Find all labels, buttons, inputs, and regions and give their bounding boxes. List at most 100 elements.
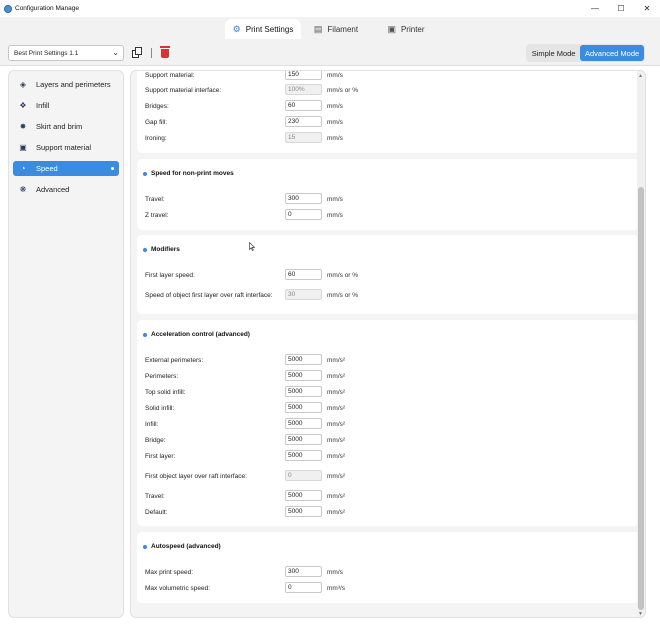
setting-row: First object layer over raft interface: …	[145, 470, 625, 482]
setting-input[interactable]: 0	[285, 470, 322, 481]
sidebar-item-infill[interactable]: ❖ Infill	[13, 98, 119, 113]
section-title: Speed for non-print moves	[143, 170, 234, 177]
setting-input[interactable]: 5000	[285, 354, 322, 365]
setting-label: Max volumetric speed:	[145, 585, 211, 592]
sidebar-item-support-material[interactable]: ▣ Support material	[13, 140, 119, 155]
minimize-button[interactable]: —	[582, 0, 608, 17]
setting-input[interactable]: 30	[285, 289, 322, 300]
mouse-pointer-icon	[249, 242, 255, 251]
setting-unit: mm/s	[327, 103, 343, 110]
sidebar-item-advanced[interactable]: ❋ Advanced	[13, 182, 119, 197]
window-title: Configuration Manage	[15, 5, 79, 12]
modifiers-card: Modifiers First layer speed: 60 mm/s or …	[137, 235, 639, 314]
sidebar-item-skirt-and-brim[interactable]: ✸ Skirt and brim	[13, 119, 119, 134]
setting-label: Top solid infill:	[145, 389, 186, 396]
setting-label: Travel:	[145, 493, 165, 500]
setting-row: Z travel: 0 mm/s	[145, 209, 625, 221]
setting-label: Perimeters:	[145, 373, 179, 380]
scroll-down-icon[interactable]: ▼	[638, 611, 643, 617]
setting-unit: mm³/s	[327, 585, 346, 592]
app-logo-icon	[4, 4, 12, 13]
mode-switch: Simple Mode Advanced Mode	[526, 44, 645, 62]
content-scrollbar[interactable]: ▲ ▼	[637, 71, 645, 617]
setting-unit: mm/s²	[327, 437, 346, 444]
setting-label: Support material interface:	[145, 87, 222, 94]
close-button[interactable]: ✕	[634, 0, 660, 17]
tab-filament[interactable]: ▤ Filament	[301, 19, 371, 39]
setting-input[interactable]: 15	[285, 132, 322, 143]
setting-input[interactable]: 300	[285, 566, 322, 577]
setting-input[interactable]: 0	[285, 582, 322, 593]
sidebar-item-label: Layers and perimeters	[36, 80, 111, 89]
setting-input[interactable]: 5000	[285, 490, 322, 501]
sidebar-item-label: Advanced	[36, 185, 70, 194]
close-icon: ✕	[643, 4, 651, 13]
setting-input[interactable]: 5000	[285, 434, 322, 445]
printer-icon: ▣	[387, 23, 396, 34]
preset-dropdown[interactable]: Best Print Settings 1.1 ⌄	[8, 45, 124, 61]
delete-preset-button[interactable]	[160, 46, 170, 58]
toolbar-divider	[151, 48, 152, 58]
setting-input[interactable]: 5000	[285, 418, 322, 429]
setting-row: Top solid infill: 5000 mm/s²	[145, 386, 625, 398]
setting-unit: mm/s	[327, 569, 343, 576]
top-toolbar: ⚙ Print Settings ▤ Filament ▣ Printer Be…	[0, 17, 660, 66]
sidebar-item-layers-and-perimeters[interactable]: ◈ Layers and perimeters	[13, 77, 119, 92]
setting-unit: mm/s²	[327, 421, 346, 428]
setting-input[interactable]: 150	[285, 71, 322, 80]
section-bullet-icon	[143, 247, 147, 252]
setting-input[interactable]: 60	[285, 100, 322, 111]
setting-label: Travel:	[145, 196, 165, 203]
setting-input[interactable]: 230	[285, 116, 322, 127]
setting-row: Bridge: 5000 mm/s²	[145, 434, 625, 446]
setting-input[interactable]: 5000	[285, 402, 322, 413]
maximize-button[interactable]: ☐	[608, 0, 634, 17]
setting-input[interactable]: 5000	[285, 506, 322, 517]
section-title: Autospeed (advanced)	[143, 543, 221, 550]
copy-preset-button[interactable]	[132, 47, 142, 58]
section-bullet-icon	[143, 332, 147, 337]
sidebar-item-speed[interactable]: ◔ Speed	[13, 161, 119, 176]
setting-label: Infill:	[145, 421, 159, 428]
setting-input[interactable]: 300	[285, 193, 322, 204]
minimize-icon: —	[591, 4, 599, 13]
advanced-mode-button[interactable]: Advanced Mode	[580, 45, 644, 61]
scrollbar-thumb[interactable]	[638, 187, 644, 610]
setting-row: Solid infill: 5000 mm/s²	[145, 402, 625, 414]
simple-mode-button[interactable]: Simple Mode	[527, 45, 580, 61]
setting-label: External perimeters:	[145, 357, 204, 364]
section-bullet-icon	[143, 171, 147, 176]
setting-row: Speed of object first layer over raft in…	[145, 289, 625, 301]
setting-unit: mm/s	[327, 135, 343, 142]
non-print-moves-card: Speed for non-print moves Travel: 300 mm…	[137, 159, 639, 230]
setting-row: Support material interface: 100% mm/s or…	[145, 84, 625, 96]
window-controls: — ☐ ✕	[582, 0, 660, 17]
scroll-up-icon[interactable]: ▲	[638, 73, 643, 79]
setting-unit: mm/s²	[327, 357, 346, 364]
autospeed-card: Autospeed (advanced) Max print speed: 30…	[137, 532, 639, 603]
setting-label: Support material:	[145, 72, 195, 79]
tab-print-settings[interactable]: ⚙ Print Settings	[225, 19, 301, 39]
setting-input[interactable]: 5000	[285, 370, 322, 381]
setting-input[interactable]: 60	[285, 269, 322, 280]
section-title: Modifiers	[143, 246, 180, 253]
setting-input[interactable]: 100%	[285, 84, 322, 95]
tab-printer[interactable]: ▣ Printer	[371, 19, 441, 39]
chevron-down-icon: ⌄	[112, 48, 119, 57]
setting-input[interactable]: 5000	[285, 450, 322, 461]
infill-icon: ❖	[19, 101, 27, 110]
title-bar: Configuration Manage — ☐ ✕	[0, 0, 660, 17]
layers-icon: ◈	[19, 80, 27, 89]
setting-unit: mm/s²	[327, 453, 346, 460]
setting-unit: mm/s²	[327, 405, 346, 412]
setting-unit: mm/s²	[327, 473, 346, 480]
tab-label: Filament	[327, 24, 359, 34]
setting-unit: mm/s or %	[327, 272, 359, 279]
setting-row: Bridges: 60 mm/s	[145, 100, 625, 112]
print-speed-card: Support material: 150 mm/s Support mater…	[137, 71, 639, 153]
support-material-icon: ▣	[19, 143, 27, 152]
setting-input[interactable]: 5000	[285, 386, 322, 397]
setting-input[interactable]: 0	[285, 209, 322, 220]
setting-unit: mm/s	[327, 119, 343, 126]
setting-row: Perimeters: 5000 mm/s²	[145, 370, 625, 382]
